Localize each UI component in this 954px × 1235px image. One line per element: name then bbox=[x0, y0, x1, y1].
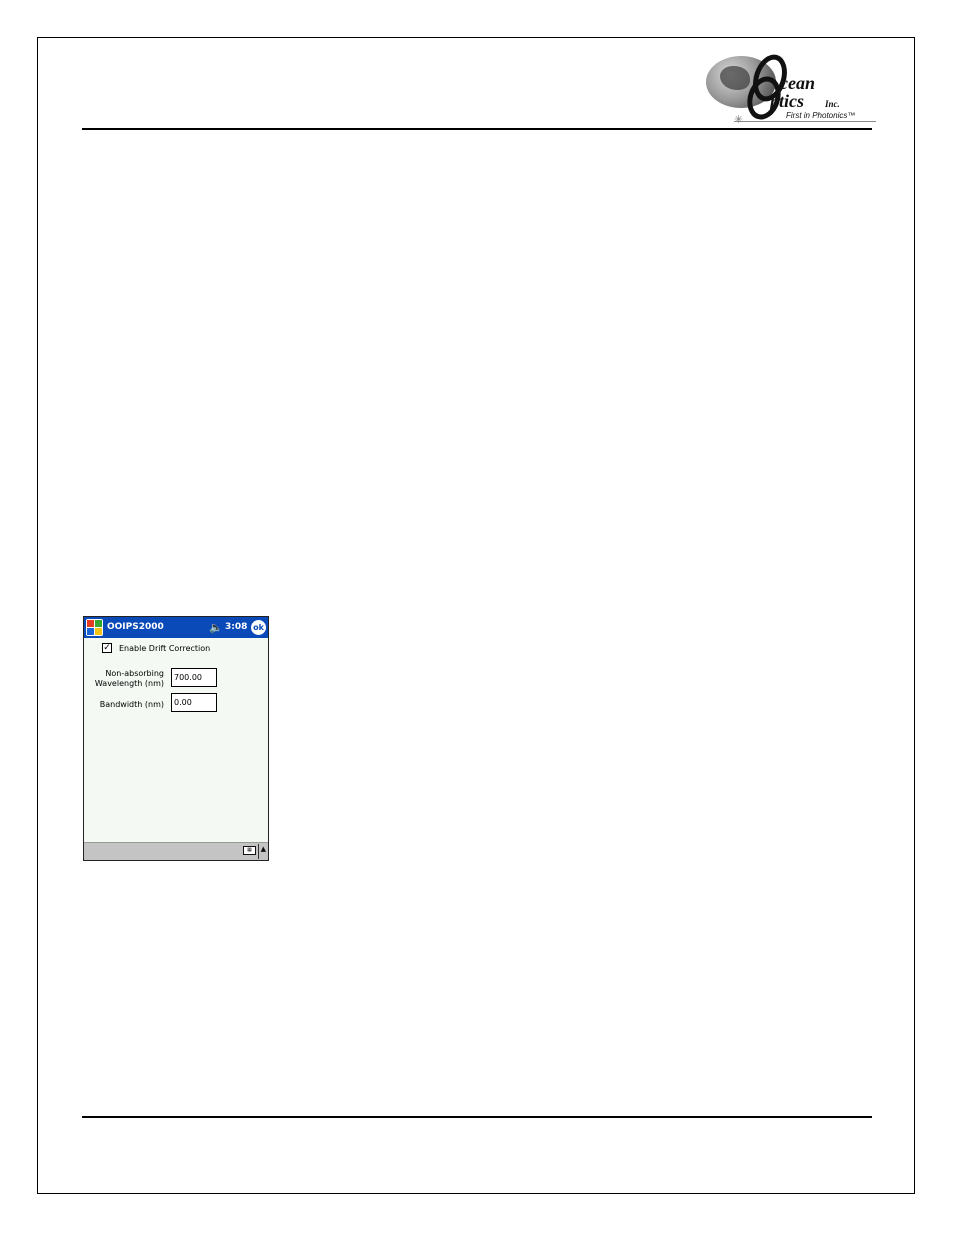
bandwidth-label: Bandwidth (nm) bbox=[99, 700, 164, 709]
header-rule bbox=[82, 128, 872, 130]
drift-correction-label[interactable]: Enable Drift Correction bbox=[119, 644, 210, 653]
logo-underline bbox=[734, 121, 876, 122]
pocketpc-screenshot: OOIPS2000 🔈 3:08 ok ✓ Enable Drift Corre… bbox=[83, 616, 269, 861]
sip-arrow-icon[interactable]: ▲ bbox=[261, 845, 266, 853]
wavelength-input[interactable] bbox=[171, 668, 217, 687]
speaker-icon[interactable]: 🔈 bbox=[209, 621, 223, 634]
footer-rule bbox=[82, 1116, 872, 1118]
ok-button[interactable]: ok bbox=[251, 620, 266, 635]
wavelength-label: Non-absorbing Wavelength (nm) bbox=[94, 669, 164, 688]
windows-start-icon[interactable] bbox=[86, 619, 103, 636]
clock[interactable]: 3:08 bbox=[225, 622, 247, 632]
logo-word-ocean: cean bbox=[780, 73, 815, 93]
menu-bar: ▦ ▲ bbox=[84, 842, 268, 860]
settings-panel: ✓ Enable Drift Correction Non-absorbing … bbox=[84, 638, 268, 843]
ocean-optics-logo: cean ptics Inc. ✳ First in Photonics™ bbox=[704, 50, 876, 128]
keyboard-icon[interactable]: ▦ bbox=[243, 846, 256, 855]
sip-divider bbox=[258, 844, 259, 859]
drift-correction-checkbox[interactable]: ✓ bbox=[102, 643, 112, 653]
logo-word-inc: Inc. bbox=[825, 99, 840, 109]
title-bar: OOIPS2000 🔈 3:08 ok bbox=[84, 617, 268, 638]
app-title: OOIPS2000 bbox=[107, 622, 164, 632]
logo-word-optics: ptics bbox=[770, 91, 804, 111]
bandwidth-input[interactable] bbox=[171, 693, 217, 712]
logo-tagline: First in Photonics™ bbox=[786, 111, 856, 120]
